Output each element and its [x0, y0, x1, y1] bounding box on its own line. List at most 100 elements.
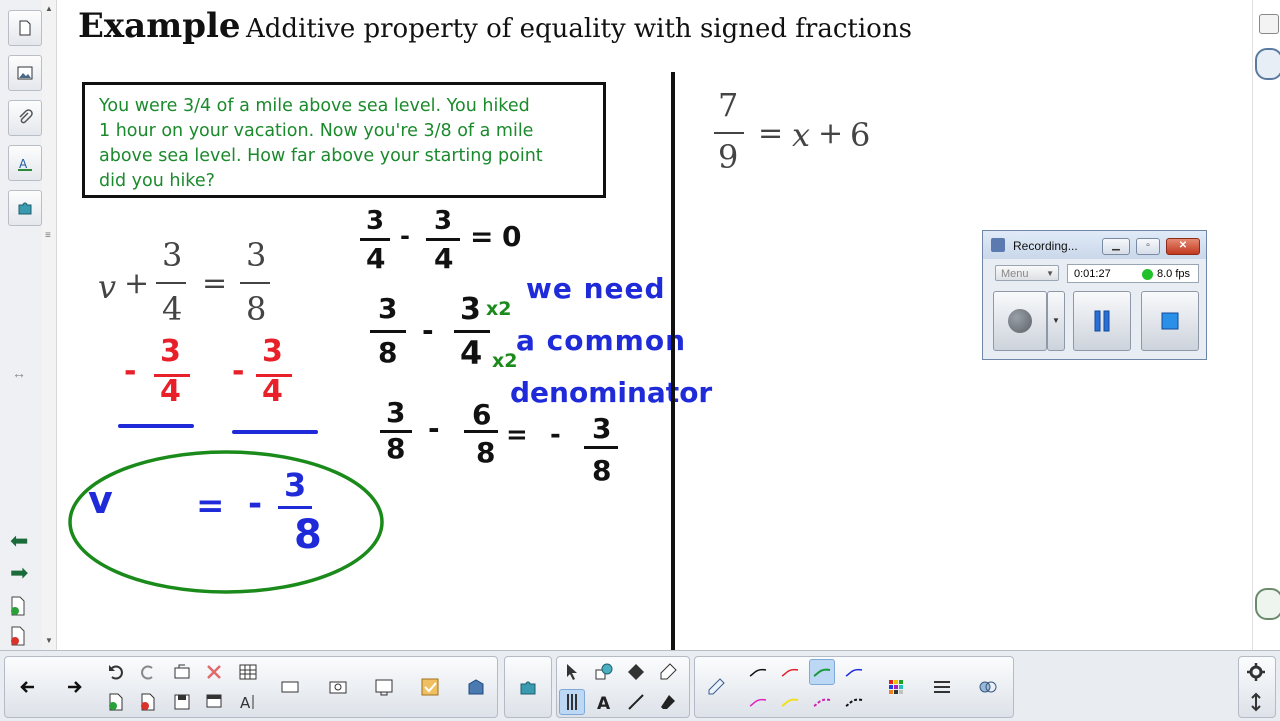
delete-button[interactable] [201, 659, 227, 685]
dashed-black-pen-icon [845, 698, 863, 707]
pointer-tool-icon[interactable] [1259, 14, 1279, 34]
record-button[interactable] [993, 291, 1047, 351]
eraser-tool-button[interactable] [655, 689, 681, 715]
hand-tool-icon[interactable] [1255, 48, 1280, 80]
delete-page-icon[interactable] [10, 626, 26, 646]
pen-dashed-magenta-button[interactable] [809, 689, 835, 715]
pause-icon [1094, 310, 1110, 332]
recorder-window[interactable]: Recording... ▁ ▫ ✕ Menu ▼ 0:01:27 8.0 fp… [982, 230, 1207, 360]
add-ons-tab[interactable] [8, 190, 42, 226]
text-tool-button[interactable]: A [591, 689, 617, 715]
close-button[interactable]: ✕ [1166, 238, 1200, 255]
add-ons-icon [520, 681, 536, 695]
line-tool-button[interactable] [623, 689, 649, 715]
pen-black-button[interactable] [745, 659, 771, 685]
svg-text:A: A [597, 694, 611, 712]
resize-handle-icon[interactable]: ↔ [12, 365, 26, 381]
properties-tab[interactable]: A [8, 145, 42, 181]
open-file-button[interactable] [169, 659, 195, 685]
link-button[interactable] [975, 674, 1001, 700]
select-tool-button[interactable] [559, 659, 585, 685]
back-button[interactable] [15, 674, 41, 700]
capture-button[interactable] [325, 674, 351, 700]
pen-green-button[interactable] [809, 659, 835, 685]
blue-pen-icon [845, 668, 863, 677]
close-icon: ✕ [1178, 240, 1188, 251]
add-page-button[interactable] [103, 689, 129, 715]
handwritten-subtract-right: - 3 4 [228, 334, 308, 410]
document-camera-button[interactable] [371, 674, 397, 700]
add-ons-button[interactable] [515, 674, 541, 700]
hw-fraction-bar [426, 238, 460, 241]
hw-minus: - [124, 354, 137, 389]
page-sorter-tab[interactable] [8, 10, 42, 46]
screen-shade-icon [206, 694, 222, 708]
maximize-icon: ▫ [1146, 240, 1150, 251]
recorder-menu-dropdown[interactable]: Menu ▼ [995, 265, 1059, 281]
note-line: a common [516, 324, 686, 357]
pen-tool-button[interactable] [703, 674, 729, 700]
pen-blue-button[interactable] [841, 659, 867, 685]
record-options-dropdown[interactable]: ▼ [1047, 291, 1065, 351]
line-properties-button[interactable] [929, 674, 955, 700]
add-page-icon[interactable] [10, 596, 26, 616]
fraction-denominator: 8 [246, 290, 267, 328]
pen-float-icon[interactable] [1255, 588, 1280, 620]
hw-numerator: 3 [366, 206, 385, 236]
stop-button[interactable] [1141, 291, 1199, 351]
redo-button[interactable] [135, 659, 161, 685]
previous-page-icon[interactable]: ⬅ [10, 528, 28, 554]
toolbar-group-pens [694, 656, 1014, 718]
fill-tool-button[interactable] [623, 659, 649, 685]
minimize-button[interactable]: ▁ [1102, 238, 1130, 255]
maximize-button[interactable]: ▫ [1136, 238, 1160, 255]
highlighter-icon [660, 663, 677, 680]
color-palette-button[interactable] [883, 674, 909, 700]
hw-denominator: 4 [434, 242, 454, 275]
note-line: we need [526, 272, 666, 305]
move-toolbar-button[interactable] [1243, 689, 1269, 715]
toolbar-group-settings [1238, 656, 1276, 718]
undo-button[interactable] [103, 659, 129, 685]
pen-dashed-black-button[interactable] [841, 689, 867, 715]
equation-right: 7 9 = x + 6 [712, 86, 892, 186]
hw-fraction-bar [454, 330, 490, 333]
work-line-1: 3 4 - 3 4 = 0 [356, 206, 536, 282]
forward-button[interactable] [61, 674, 87, 700]
screen-shade-button[interactable] [201, 689, 227, 715]
next-page-icon[interactable]: ➡ [10, 560, 28, 586]
text-insert-button[interactable]: A [235, 689, 261, 715]
answer-equals: = [196, 486, 225, 526]
settings-button[interactable] [1243, 659, 1269, 685]
answer-variable: v [88, 478, 113, 522]
delete-page-button[interactable] [135, 689, 161, 715]
save-button[interactable] [169, 689, 195, 715]
gallery-button[interactable] [463, 674, 489, 700]
recording-status-indicator [1142, 269, 1153, 280]
pause-button[interactable] [1073, 291, 1131, 351]
response-button[interactable] [417, 674, 443, 700]
gallery-tab[interactable] [8, 55, 42, 91]
yellow-pen-icon [781, 698, 799, 707]
pens-tool-button[interactable] [559, 689, 585, 715]
paperclip-icon [19, 109, 33, 124]
open-icon [174, 664, 190, 679]
answer-fraction-bar [278, 506, 312, 509]
highlighter-tool-button[interactable] [655, 659, 681, 685]
left-scrollbar[interactable]: ▲ ≡ ▼ [42, 0, 57, 650]
green-pen-icon [813, 668, 831, 677]
table-button[interactable] [235, 659, 261, 685]
attachments-tab[interactable] [8, 100, 42, 136]
answer-numerator: 3 [284, 466, 307, 504]
pen-magenta-button[interactable] [745, 689, 771, 715]
shapes-tool-button[interactable] [591, 659, 617, 685]
save-icon [174, 694, 190, 710]
video-button[interactable] [277, 674, 303, 700]
fraction-numerator: 3 [246, 236, 267, 274]
minimize-icon: ▁ [1112, 240, 1120, 251]
recorder-titlebar[interactable]: Recording... ▁ ▫ ✕ [983, 231, 1206, 259]
hw-underline-right [232, 430, 318, 434]
pen-red-button[interactable] [777, 659, 803, 685]
pen-yellow-button[interactable] [777, 689, 803, 715]
svg-text:A: A [19, 157, 28, 171]
